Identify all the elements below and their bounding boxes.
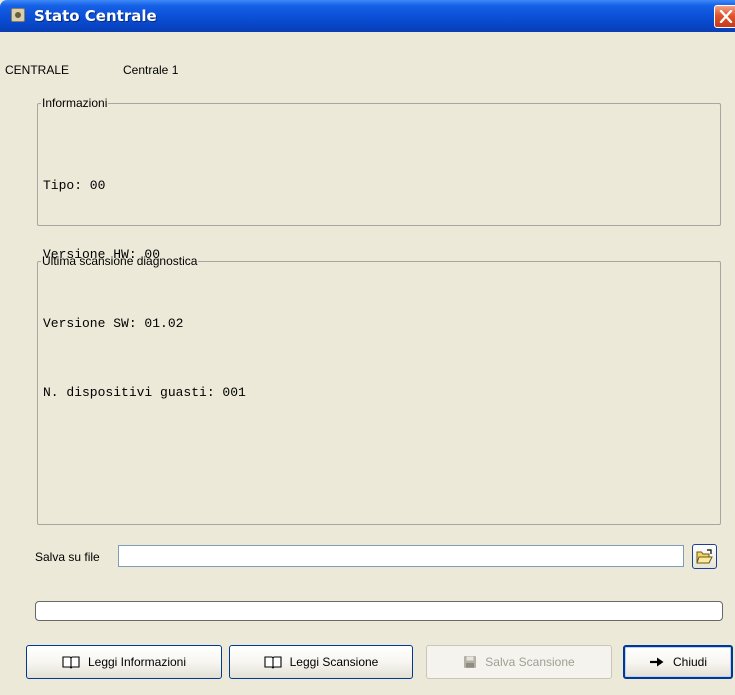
close-icon: [719, 10, 733, 23]
title-bar[interactable]: Stato Centrale: [0, 0, 735, 32]
scan-legend: Ultima scansione diagnostica: [42, 254, 198, 268]
info-type: Tipo: 00: [43, 178, 106, 193]
dialog-window: Stato Centrale CENTRALE Centrale 1 Infor…: [0, 0, 735, 695]
book-icon: [62, 656, 80, 669]
save-scan-label: Salva Scansione: [485, 655, 575, 669]
save-file-label: Salva su file: [35, 550, 100, 564]
open-folder-icon: [696, 549, 713, 564]
floppy-disk-icon: [464, 656, 477, 668]
info-group: Informazioni Tipo: 00 Versione HW: 00 Ve…: [37, 96, 721, 400]
window-title: Stato Centrale: [34, 7, 157, 25]
close-label: Chiudi: [672, 655, 708, 669]
read-scan-button[interactable]: Leggi Scansione: [229, 645, 413, 679]
save-scan-button[interactable]: Salva Scansione: [426, 645, 612, 679]
progress-bar: [35, 601, 723, 621]
save-file-input[interactable]: [118, 545, 684, 567]
read-info-button[interactable]: Leggi Informazioni: [26, 645, 222, 679]
scan-group: Ultima scansione diagnostica: [37, 254, 721, 525]
book-icon: [264, 656, 282, 669]
central-name: Centrale 1: [123, 63, 179, 77]
app-icon: [11, 8, 25, 22]
browse-folder-button[interactable]: [692, 544, 717, 569]
info-legend: Informazioni: [42, 96, 108, 110]
read-info-label: Leggi Informazioni: [87, 655, 187, 669]
read-scan-label: Leggi Scansione: [289, 655, 379, 669]
close-button[interactable]: Chiudi: [623, 645, 733, 679]
central-label: CENTRALE: [5, 63, 70, 77]
close-window-button[interactable]: [714, 5, 735, 28]
arrow-right-icon: [649, 657, 664, 667]
